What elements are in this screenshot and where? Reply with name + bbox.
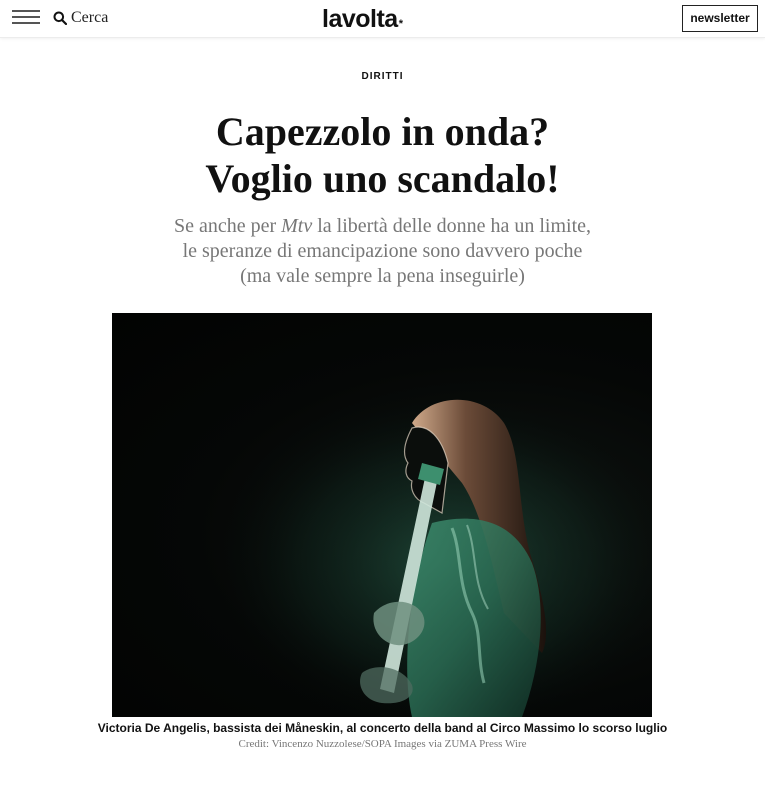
hero-image xyxy=(112,313,652,717)
logo-text: lavolta xyxy=(322,5,398,33)
subheadline-line-3: (ma vale sempre la pena inseguirle) xyxy=(240,265,525,287)
subheadline-line-1-before: Se anche per xyxy=(173,215,282,237)
search-button[interactable]: Cerca xyxy=(53,8,108,28)
hero-image-illustration xyxy=(112,313,652,717)
article-subheadline: Se anche per Mtv la libertà delle donne … xyxy=(0,214,765,289)
hamburger-menu-icon[interactable] xyxy=(12,10,40,24)
image-caption: Victoria De Angelis, bassista dei Månesk… xyxy=(97,721,668,735)
search-icon xyxy=(53,11,67,25)
newsletter-button[interactable]: newsletter xyxy=(682,5,758,32)
headline-line-1: Capezzolo in onda? xyxy=(215,109,550,154)
subheadline-line-2: le speranze di emancipazione sono davver… xyxy=(182,240,583,262)
subheadline-line-1-after: la libertà delle donne ha un limite, xyxy=(312,215,592,237)
site-logo[interactable]: lavolta * xyxy=(322,5,403,33)
search-label: Cerca xyxy=(71,9,109,26)
subheadline-line-1-emphasis: Mtv xyxy=(281,215,313,237)
logo-star: * xyxy=(398,18,403,30)
headline-line-2: Voglio uno scandalo! xyxy=(205,156,560,201)
section-tag[interactable]: DIRITTI xyxy=(0,71,765,82)
article-headline: Capezzolo in onda? Voglio uno scandalo! xyxy=(0,108,765,202)
site-header: Cerca lavolta * newsletter xyxy=(0,0,765,38)
image-credit: Credit: Vincenzo Nuzzolese/SOPA Images v… xyxy=(238,738,527,750)
